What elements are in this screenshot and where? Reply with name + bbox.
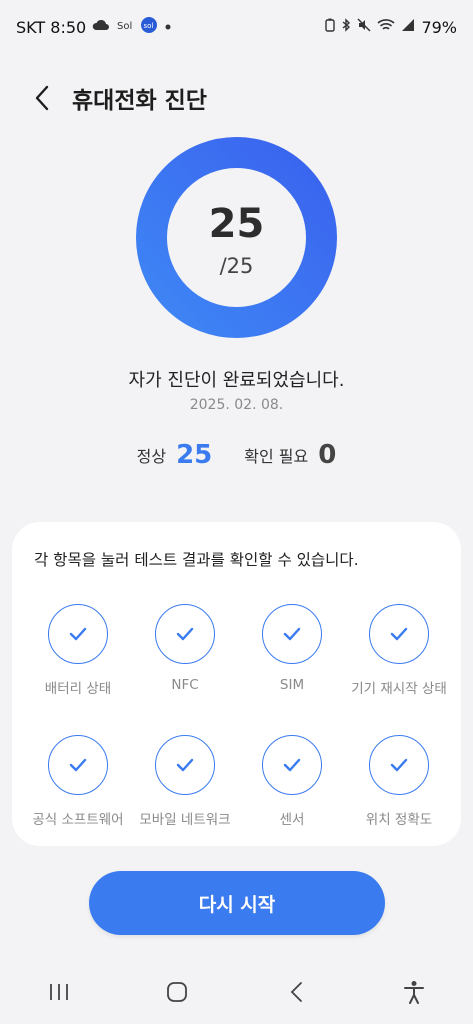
check-icon xyxy=(283,758,301,772)
test-item-label: NFC xyxy=(171,677,199,693)
sol-bank-icon: Sol xyxy=(116,16,134,38)
check-needed-count: 0 xyxy=(318,440,337,470)
score-ring: 25 /25 xyxy=(135,136,338,339)
battery-percent: 79% xyxy=(421,17,457,37)
test-item-sim[interactable]: SIM xyxy=(236,604,348,693)
normal-label: 정상 xyxy=(136,447,167,466)
test-item-restart[interactable]: 기기 재시작 상태 xyxy=(343,604,455,697)
mute-icon xyxy=(357,18,371,36)
test-item-label: SIM xyxy=(279,677,305,693)
sol-app-icon: sol xyxy=(140,16,158,38)
check-circle xyxy=(48,735,108,795)
wifi-icon xyxy=(377,18,395,36)
bluetooth-icon xyxy=(341,18,351,36)
status-left: SKT 8:50 Sol sol xyxy=(16,16,172,38)
nav-back-button[interactable] xyxy=(266,967,326,1017)
check-icon xyxy=(176,758,194,772)
check-icon xyxy=(283,627,301,641)
recent-apps-button[interactable] xyxy=(29,967,89,1017)
check-icon xyxy=(69,627,87,641)
restart-button[interactable]: 다시 시작 xyxy=(89,871,385,935)
system-nav-bar xyxy=(0,960,473,1024)
check-icon xyxy=(390,627,408,641)
test-item-label: 모바일 네트워크 xyxy=(139,812,231,828)
check-circle xyxy=(262,735,322,795)
carrier-time: SKT 8:50 xyxy=(16,17,87,37)
score-value: 25 xyxy=(208,200,265,247)
check-icon xyxy=(390,758,408,772)
test-item-label: 공식 소프트웨어 xyxy=(32,812,124,828)
check-circle xyxy=(369,604,429,664)
accessibility-icon xyxy=(403,981,424,1004)
check-icon xyxy=(176,627,194,641)
check-icon xyxy=(69,758,87,772)
accessibility-button[interactable] xyxy=(384,967,444,1017)
status-right: 79% xyxy=(325,18,457,37)
svg-text:sol: sol xyxy=(144,22,154,30)
test-items-card: 각 항목을 눌러 테스트 결과를 확인할 수 있습니다. 배터리 상태 NFC … xyxy=(12,522,461,846)
test-item-software[interactable]: 공식 소프트웨어 xyxy=(22,735,134,828)
cloud-icon xyxy=(92,18,110,36)
normal-count: 25 xyxy=(176,440,213,470)
back-icon xyxy=(290,982,302,1002)
check-circle xyxy=(369,735,429,795)
page-title: 휴대전화 진단 xyxy=(72,88,207,114)
check-circle xyxy=(155,735,215,795)
completion-message: 자가 진단이 완료되었습니다. xyxy=(128,370,345,391)
test-item-sensor[interactable]: 센서 xyxy=(236,735,348,828)
test-item-label: 위치 정확도 xyxy=(365,812,433,828)
check-circle xyxy=(262,604,322,664)
diagnosis-date: 2025. 02. 08. xyxy=(189,397,284,413)
test-item-battery[interactable]: 배터리 상태 xyxy=(22,604,134,697)
dot-icon xyxy=(164,20,172,35)
signal-icon xyxy=(401,18,415,36)
home-icon xyxy=(167,982,188,1002)
test-item-label: 기기 재시작 상태 xyxy=(351,681,447,697)
test-item-label: 센서 xyxy=(279,812,305,828)
test-item-location[interactable]: 위치 정확도 xyxy=(343,735,455,828)
check-circle xyxy=(155,604,215,664)
check-circle xyxy=(48,604,108,664)
test-item-label: 배터리 상태 xyxy=(44,681,112,697)
back-button[interactable] xyxy=(12,70,72,126)
svg-text:Sol: Sol xyxy=(117,21,132,32)
test-item-mobile-network[interactable]: 모바일 네트워크 xyxy=(129,735,241,828)
chevron-left-icon xyxy=(35,85,49,111)
score-total: /25 xyxy=(219,253,254,278)
result-summary: 정상 25 확인 필요 0 xyxy=(0,440,473,470)
recent-apps-icon xyxy=(50,984,69,1000)
ring-text: 25 /25 xyxy=(135,136,338,339)
card-hint: 각 항목을 눌러 테스트 결과를 확인할 수 있습니다. xyxy=(34,551,359,569)
status-bar: SKT 8:50 Sol sol 79% xyxy=(0,0,473,54)
home-button[interactable] xyxy=(147,967,207,1017)
header: 휴대전화 진단 xyxy=(0,70,473,126)
test-item-nfc[interactable]: NFC xyxy=(129,604,241,693)
battery-saver-icon xyxy=(325,18,336,36)
check-needed-label: 확인 필요 xyxy=(244,447,309,466)
